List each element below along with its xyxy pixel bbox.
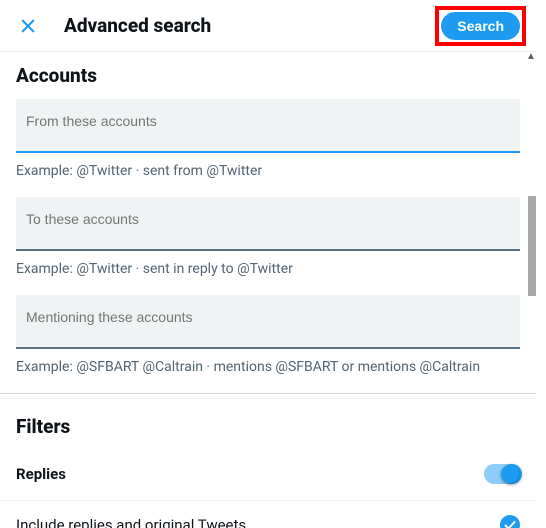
mentioning-accounts-example: Example: @SFBART @Caltrain · mentions @S…	[0, 351, 536, 393]
advanced-search-modal: Advanced search Search Accounts Example:…	[0, 0, 536, 528]
from-accounts-input[interactable]	[16, 99, 520, 153]
modal-header: Advanced search Search	[0, 0, 536, 52]
filters-section-label: Filters	[0, 398, 536, 450]
mentioning-accounts-input[interactable]	[16, 295, 520, 349]
from-accounts-example: Example: @Twitter · sent from @Twitter	[0, 155, 536, 197]
search-button-highlight: Search	[435, 6, 526, 46]
include-replies-row[interactable]: Include replies and original Tweets	[0, 507, 536, 528]
close-icon	[18, 16, 38, 36]
replies-heading-row: Replies	[0, 450, 536, 494]
accounts-section-label: Accounts	[0, 52, 536, 99]
divider	[0, 500, 536, 501]
include-replies-check	[500, 515, 520, 528]
toggle-track	[484, 464, 520, 484]
to-accounts-input[interactable]	[16, 197, 520, 251]
checkmark-circle-icon	[500, 515, 520, 528]
include-replies-label: Include replies and original Tweets	[16, 516, 246, 528]
from-accounts-field	[16, 99, 520, 153]
replies-label: Replies	[16, 465, 66, 483]
modal-title: Advanced search	[64, 14, 211, 37]
modal-body: Accounts Example: @Twitter · sent from @…	[0, 52, 536, 528]
scrollbar-up-arrow-icon[interactable]: ▲	[526, 52, 536, 62]
replies-toggle[interactable]	[484, 464, 520, 484]
close-button[interactable]	[14, 12, 42, 40]
scrollbar-thumb[interactable]	[528, 196, 536, 296]
to-accounts-field	[16, 197, 520, 251]
toggle-knob	[502, 464, 522, 484]
search-button[interactable]: Search	[441, 12, 520, 40]
to-accounts-example: Example: @Twitter · sent in reply to @Tw…	[0, 253, 536, 295]
section-divider	[0, 393, 536, 394]
mentioning-accounts-field	[16, 295, 520, 349]
